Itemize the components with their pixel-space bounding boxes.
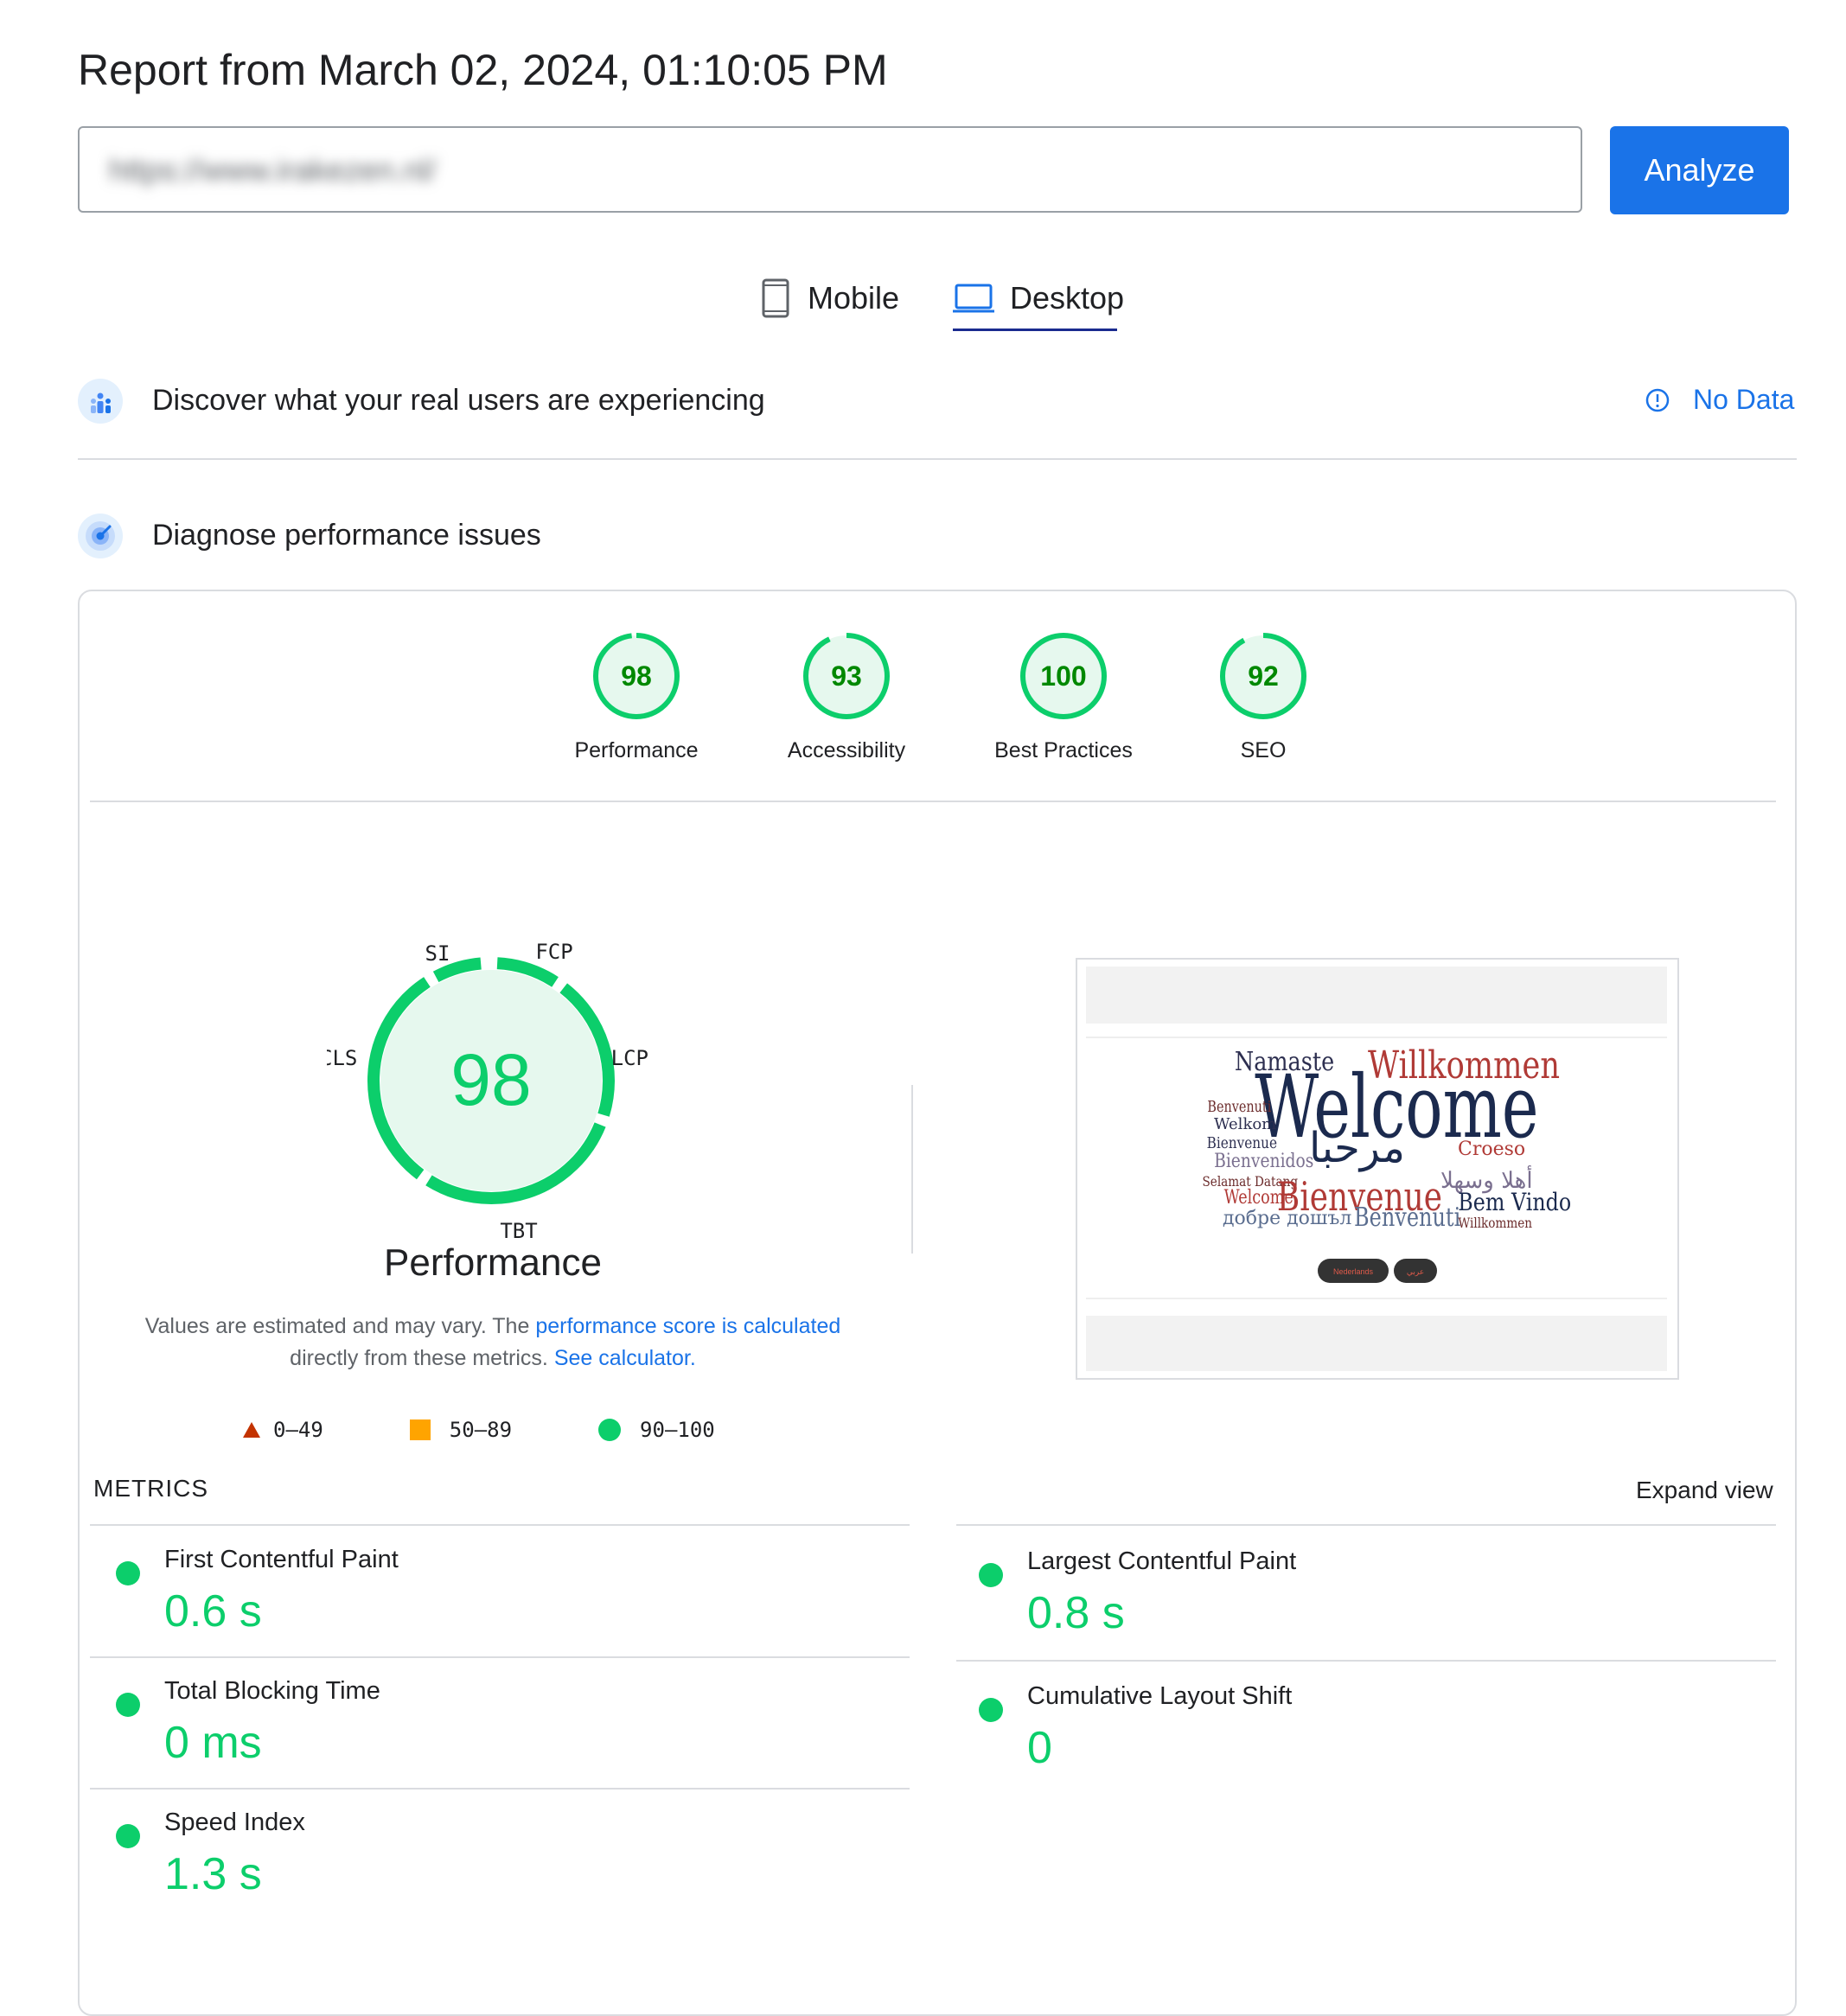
score-label: Performance — [574, 738, 699, 762]
screenshot-button-nl-label: Nederlands — [1333, 1267, 1374, 1276]
lighthouse-icon — [78, 514, 123, 558]
tab-desktop[interactable]: Desktop — [953, 268, 1124, 329]
screenshot-image: Namaste Willkommen Welcome مرحبا Benvenu… — [1086, 967, 1667, 1371]
no-data-link[interactable]: No Data — [1645, 384, 1794, 416]
score-legend: 0–49 50–89 90–100 — [242, 1418, 802, 1442]
divider — [911, 1085, 913, 1254]
score-accessibility[interactable]: 93 Accessibility — [734, 631, 959, 763]
score-seo[interactable]: 92 SEO — [1151, 631, 1376, 763]
crux-section-label: Discover what your real users are experi… — [152, 384, 765, 417]
legend-range: 50–89 — [449, 1418, 513, 1442]
score-gauge-ring: 92 — [1220, 633, 1306, 719]
word-bienvenidos: Bienvenidos — [1214, 1150, 1313, 1172]
metric-value: 0.8 s — [1027, 1588, 1125, 1638]
gauge-label-lcp: LCP — [611, 1046, 648, 1070]
legend-range: 0–49 — [273, 1418, 323, 1442]
metric-name: Cumulative Layout Shift — [1027, 1682, 1293, 1710]
circle-icon — [598, 1419, 622, 1441]
legend-average: 50–89 — [409, 1418, 513, 1442]
legend-pass: 90–100 — [598, 1418, 715, 1442]
performance-disclaimer: Values are estimated and may vary. The p… — [121, 1311, 865, 1375]
tab-selected-indicator — [953, 329, 1117, 331]
pass-circle-icon — [979, 1563, 1003, 1587]
pass-circle-icon — [116, 1824, 140, 1848]
gauge-label-tbt: TBT — [500, 1219, 537, 1243]
url-input[interactable]: https://www.irakezen.nl/ — [78, 126, 1582, 213]
divider — [90, 1656, 910, 1658]
score-value: 100 — [1040, 660, 1086, 692]
disclaimer-text: Values are estimated and may vary. The — [144, 1314, 536, 1338]
legend-range: 90–100 — [640, 1418, 715, 1442]
screenshot-button-ar-label: عربي — [1407, 1268, 1424, 1277]
score-gauge-ring: 93 — [803, 633, 890, 719]
score-gauge-ring: 98 — [593, 633, 680, 719]
gauge-label-si: SI — [425, 941, 450, 966]
divider — [956, 1524, 1776, 1526]
metric-name: Speed Index — [164, 1809, 305, 1836]
laptop-icon — [953, 284, 994, 313]
word-dobre: добре дошъл — [1223, 1208, 1351, 1229]
tab-desktop-label: Desktop — [1010, 280, 1125, 316]
tab-mobile-label: Mobile — [808, 280, 900, 316]
analyze-button[interactable]: Analyze — [1610, 126, 1789, 214]
word-benvenuti-small: Benvenuti — [1207, 1097, 1271, 1115]
square-icon — [409, 1419, 431, 1440]
word-bemvindo: Bem Vindo — [1458, 1189, 1571, 1216]
metric-name: Largest Contentful Paint — [1027, 1547, 1297, 1575]
score-value: 98 — [621, 660, 652, 692]
divider — [90, 1788, 910, 1790]
score-performance[interactable]: 98 Performance — [524, 631, 749, 763]
pass-circle-icon — [116, 1693, 140, 1717]
performance-title: Performance — [384, 1241, 602, 1284]
score-label: SEO — [1240, 738, 1287, 762]
gauge-label-cls: CLS — [327, 1046, 357, 1070]
word-welcome-small: Welcome — [1224, 1186, 1293, 1208]
phone-icon — [762, 278, 789, 318]
metric-value: 0 — [1027, 1723, 1052, 1773]
word-benvenuti: Benvenuti — [1354, 1203, 1461, 1232]
metric-value: 0 ms — [164, 1718, 262, 1768]
divider — [78, 458, 1797, 460]
gauge-label-fcp: FCP — [535, 940, 572, 964]
triangle-icon — [243, 1422, 260, 1438]
expand-view-button[interactable]: Expand view — [1636, 1477, 1773, 1504]
metric-value: 1.3 s — [164, 1849, 262, 1899]
metric-name: First Contentful Paint — [164, 1546, 399, 1573]
performance-score-value: 98 — [450, 1039, 531, 1120]
pass-circle-icon — [979, 1698, 1003, 1722]
see-calculator-link[interactable]: See calculator. — [554, 1346, 696, 1370]
score-label: Best Practices — [994, 738, 1133, 762]
disclaimer-text: directly from these metrics. — [290, 1346, 554, 1370]
score-gauge-ring: 100 — [1020, 633, 1107, 719]
score-best-practices[interactable]: 100 Best Practices — [951, 631, 1176, 763]
final-screenshot: Namaste Willkommen Welcome مرحبا Benvenu… — [1076, 958, 1679, 1380]
metrics-heading: METRICS — [93, 1475, 208, 1502]
info-icon — [1645, 388, 1670, 411]
report-title: Report from March 02, 2024, 01:10:05 PM — [78, 46, 888, 94]
word-marhaba: مرحبا — [1309, 1124, 1405, 1172]
word-welkom: Welkom — [1214, 1115, 1276, 1133]
divider — [90, 1524, 910, 1526]
divider — [956, 1660, 1776, 1662]
legend-fail: 0–49 — [242, 1418, 323, 1442]
url-value: https://www.irakezen.nl/ — [109, 152, 437, 188]
tab-mobile[interactable]: Mobile — [761, 268, 899, 329]
metric-value: 0.6 s — [164, 1586, 262, 1636]
chart-people-icon — [78, 379, 123, 424]
score-calculated-link[interactable]: performance score is calculated — [535, 1314, 840, 1338]
metric-name: Total Blocking Time — [164, 1677, 380, 1705]
performance-gauge: 98 SI FCP LCP TBT CLS — [327, 940, 648, 1243]
score-value: 93 — [831, 660, 862, 692]
word-croeso: Croeso — [1458, 1139, 1525, 1160]
score-value: 92 — [1248, 660, 1279, 692]
diagnose-section-label: Diagnose performance issues — [152, 519, 541, 552]
score-label: Accessibility — [787, 738, 906, 762]
divider — [90, 801, 1776, 802]
no-data-label: No Data — [1693, 384, 1795, 415]
word-willkommen-small: Willkommen — [1458, 1215, 1532, 1231]
pass-circle-icon — [116, 1561, 140, 1585]
